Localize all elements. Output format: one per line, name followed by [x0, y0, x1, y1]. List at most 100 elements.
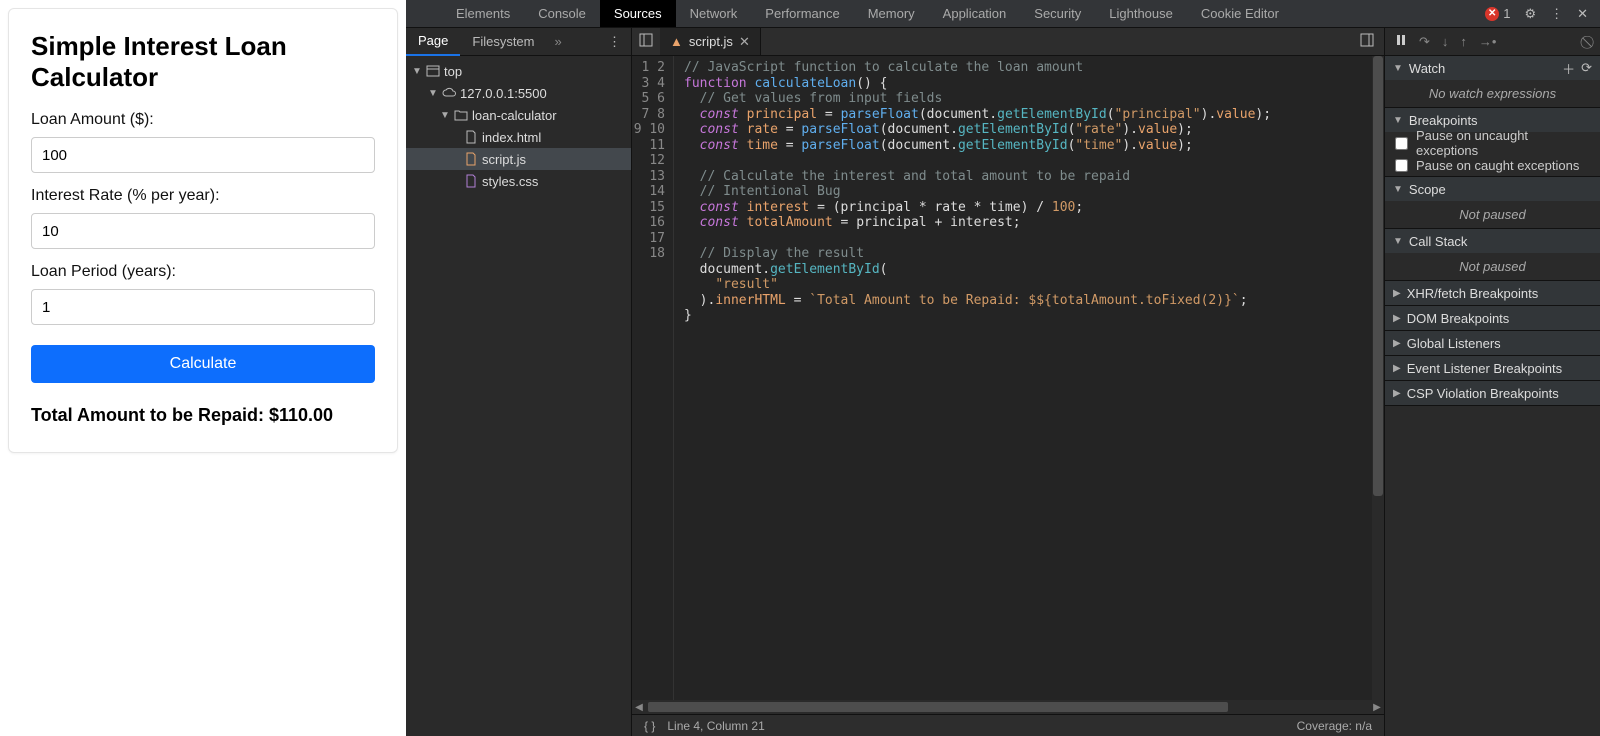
tree-folder[interactable]: ▼ loan-calculator — [406, 104, 631, 126]
devtools-tab-console[interactable]: Console — [524, 0, 600, 27]
tree-host[interactable]: ▼ 127.0.0.1:5500 — [406, 82, 631, 104]
amount-input[interactable] — [31, 137, 375, 173]
devtools-tab-network[interactable]: Network — [676, 0, 752, 27]
step-out-icon[interactable]: ↑ — [1460, 34, 1467, 49]
devtools-tab-security[interactable]: Security — [1020, 0, 1095, 27]
global-listeners-header[interactable]: ▶Global Listeners — [1385, 331, 1600, 355]
event-bp-header[interactable]: ▶Event Listener Breakpoints — [1385, 356, 1600, 380]
nav-tab-filesystem[interactable]: Filesystem — [460, 28, 546, 56]
window-icon — [426, 64, 440, 78]
devtools-tab-performance[interactable]: Performance — [751, 0, 853, 27]
pause-caught-row[interactable]: Pause on caught exceptions — [1385, 154, 1600, 176]
horizontal-scrollbar[interactable]: ◀ ▶ — [632, 700, 1384, 714]
step-icon[interactable]: →• — [1479, 34, 1497, 49]
period-input[interactable] — [31, 289, 375, 325]
tree-file-index[interactable]: index.html — [406, 126, 631, 148]
horizontal-scroll-thumb[interactable] — [648, 702, 1228, 712]
tree-file-script-label: script.js — [482, 152, 526, 167]
devtools: ElementsConsoleSourcesNetworkPerformance… — [406, 0, 1600, 736]
devtools-tab-elements[interactable]: Elements — [442, 0, 524, 27]
nav-overflow-icon[interactable]: » — [547, 34, 562, 49]
error-dot-icon: ✕ — [1485, 7, 1499, 21]
refresh-watch-icon[interactable]: ⟳ — [1581, 60, 1592, 76]
add-watch-icon[interactable]: ＋ — [1562, 59, 1575, 78]
global-listeners-section: ▶Global Listeners — [1385, 331, 1600, 356]
rate-input[interactable] — [31, 213, 375, 249]
scope-msg: Not paused — [1385, 201, 1600, 228]
settings-icon[interactable]: ⚙ — [1524, 6, 1536, 22]
toggle-navigator-icon[interactable] — [632, 33, 660, 50]
scope-header[interactable]: ▼ Scope — [1385, 177, 1600, 201]
tree-host-label: 127.0.0.1:5500 — [460, 86, 547, 101]
editor-tab-label: script.js — [689, 34, 733, 49]
scope-title: Scope — [1409, 182, 1446, 197]
file-tree: ▼ top ▼ 127.0.0.1:5500 ▼ loan-calculator — [406, 56, 631, 196]
vertical-scroll-thumb[interactable] — [1373, 56, 1383, 496]
app-title: Simple Interest Loan Calculator — [31, 31, 375, 93]
step-into-icon[interactable]: ↓ — [1442, 34, 1449, 49]
devtools-tab-application[interactable]: Application — [929, 0, 1021, 27]
period-group: Loan Period (years): — [31, 263, 375, 325]
close-devtools-icon[interactable]: ✕ — [1577, 6, 1588, 22]
breakpoints-title: Breakpoints — [1409, 113, 1478, 128]
tree-file-styles[interactable]: styles.css — [406, 170, 631, 192]
sources-navigator: Page Filesystem » ⋮ ▼ top ▼ 127.0.0.1:55… — [406, 28, 632, 736]
csp-bp-header[interactable]: ▶CSP Violation Breakpoints — [1385, 381, 1600, 405]
event-bp-section: ▶Event Listener Breakpoints — [1385, 356, 1600, 381]
editor-statusbar: { } Line 4, Column 21 Coverage: n/a — [632, 714, 1384, 736]
vertical-scrollbar[interactable] — [1372, 56, 1384, 700]
error-badge[interactable]: ✕ 1 — [1485, 6, 1510, 21]
callstack-section: ▼ Call Stack Not paused — [1385, 229, 1600, 281]
toggle-debugger-icon[interactable] — [1360, 33, 1384, 50]
scroll-right-icon[interactable]: ▶ — [1370, 702, 1384, 713]
pause-icon[interactable] — [1395, 34, 1407, 49]
period-label: Loan Period (years): — [31, 263, 375, 281]
app-panel: Simple Interest Loan Calculator Loan Amo… — [0, 0, 406, 736]
calculate-button[interactable]: Calculate — [31, 345, 375, 383]
pretty-print-icon[interactable]: { } — [644, 719, 655, 733]
devtools-tab-memory[interactable]: Memory — [854, 0, 929, 27]
css-file-icon — [464, 174, 478, 188]
source-editor: ▲ script.js ✕ 1 2 3 4 5 6 7 8 9 10 11 12… — [632, 28, 1384, 736]
pause-caught-checkbox[interactable] — [1395, 159, 1408, 172]
devtools-tab-sources[interactable]: Sources — [600, 0, 676, 27]
scope-section: ▼ Scope Not paused — [1385, 177, 1600, 229]
devtools-topbar: ElementsConsoleSourcesNetworkPerformance… — [406, 0, 1600, 28]
pause-uncaught-checkbox[interactable] — [1395, 137, 1408, 150]
folder-icon — [454, 108, 468, 122]
tree-file-styles-label: styles.css — [482, 174, 538, 189]
tree-top-label: top — [444, 64, 462, 79]
xhr-section: ▶XHR/fetch Breakpoints — [1385, 281, 1600, 306]
result-text: Total Amount to be Repaid: $110.00 — [31, 405, 375, 426]
more-icon[interactable]: ⋮ — [1550, 6, 1563, 22]
editor-main[interactable]: 1 2 3 4 5 6 7 8 9 10 11 12 13 14 15 16 1… — [632, 56, 1384, 700]
editor-tab-scriptjs[interactable]: ▲ script.js ✕ — [660, 28, 761, 55]
close-tab-icon[interactable]: ✕ — [739, 34, 750, 50]
csp-bp-section: ▶CSP Violation Breakpoints — [1385, 381, 1600, 406]
nav-menu-icon[interactable]: ⋮ — [598, 34, 631, 50]
rate-label: Interest Rate (% per year): — [31, 187, 375, 205]
xhr-title: XHR/fetch Breakpoints — [1407, 286, 1539, 301]
callstack-msg: Not paused — [1385, 253, 1600, 280]
tree-file-index-label: index.html — [482, 130, 541, 145]
devtools-tabs: ElementsConsoleSourcesNetworkPerformance… — [442, 0, 1293, 27]
xhr-header[interactable]: ▶XHR/fetch Breakpoints — [1385, 281, 1600, 305]
devtools-tab-lighthouse[interactable]: Lighthouse — [1095, 0, 1187, 27]
line-gutter[interactable]: 1 2 3 4 5 6 7 8 9 10 11 12 13 14 15 16 1… — [632, 56, 674, 700]
tree-file-script[interactable]: script.js — [406, 148, 631, 170]
callstack-header[interactable]: ▼ Call Stack — [1385, 229, 1600, 253]
file-icon — [464, 130, 478, 144]
watch-title: Watch — [1409, 61, 1445, 76]
nav-tab-page[interactable]: Page — [406, 28, 460, 56]
step-over-icon[interactable]: ↷ — [1419, 34, 1430, 50]
tree-top[interactable]: ▼ top — [406, 60, 631, 82]
pause-caught-label: Pause on caught exceptions — [1416, 158, 1579, 173]
code-area[interactable]: // JavaScript function to calculate the … — [674, 56, 1384, 700]
pause-uncaught-row[interactable]: Pause on uncaught exceptions — [1385, 132, 1600, 154]
dom-bp-section: ▶DOM Breakpoints — [1385, 306, 1600, 331]
watch-header[interactable]: ▼ Watch ＋ ⟳ — [1385, 56, 1600, 80]
dom-bp-header[interactable]: ▶DOM Breakpoints — [1385, 306, 1600, 330]
scroll-left-icon[interactable]: ◀ — [632, 702, 646, 713]
devtools-tab-cookie-editor[interactable]: Cookie Editor — [1187, 0, 1293, 27]
coverage-status[interactable]: Coverage: n/a — [1297, 719, 1372, 733]
